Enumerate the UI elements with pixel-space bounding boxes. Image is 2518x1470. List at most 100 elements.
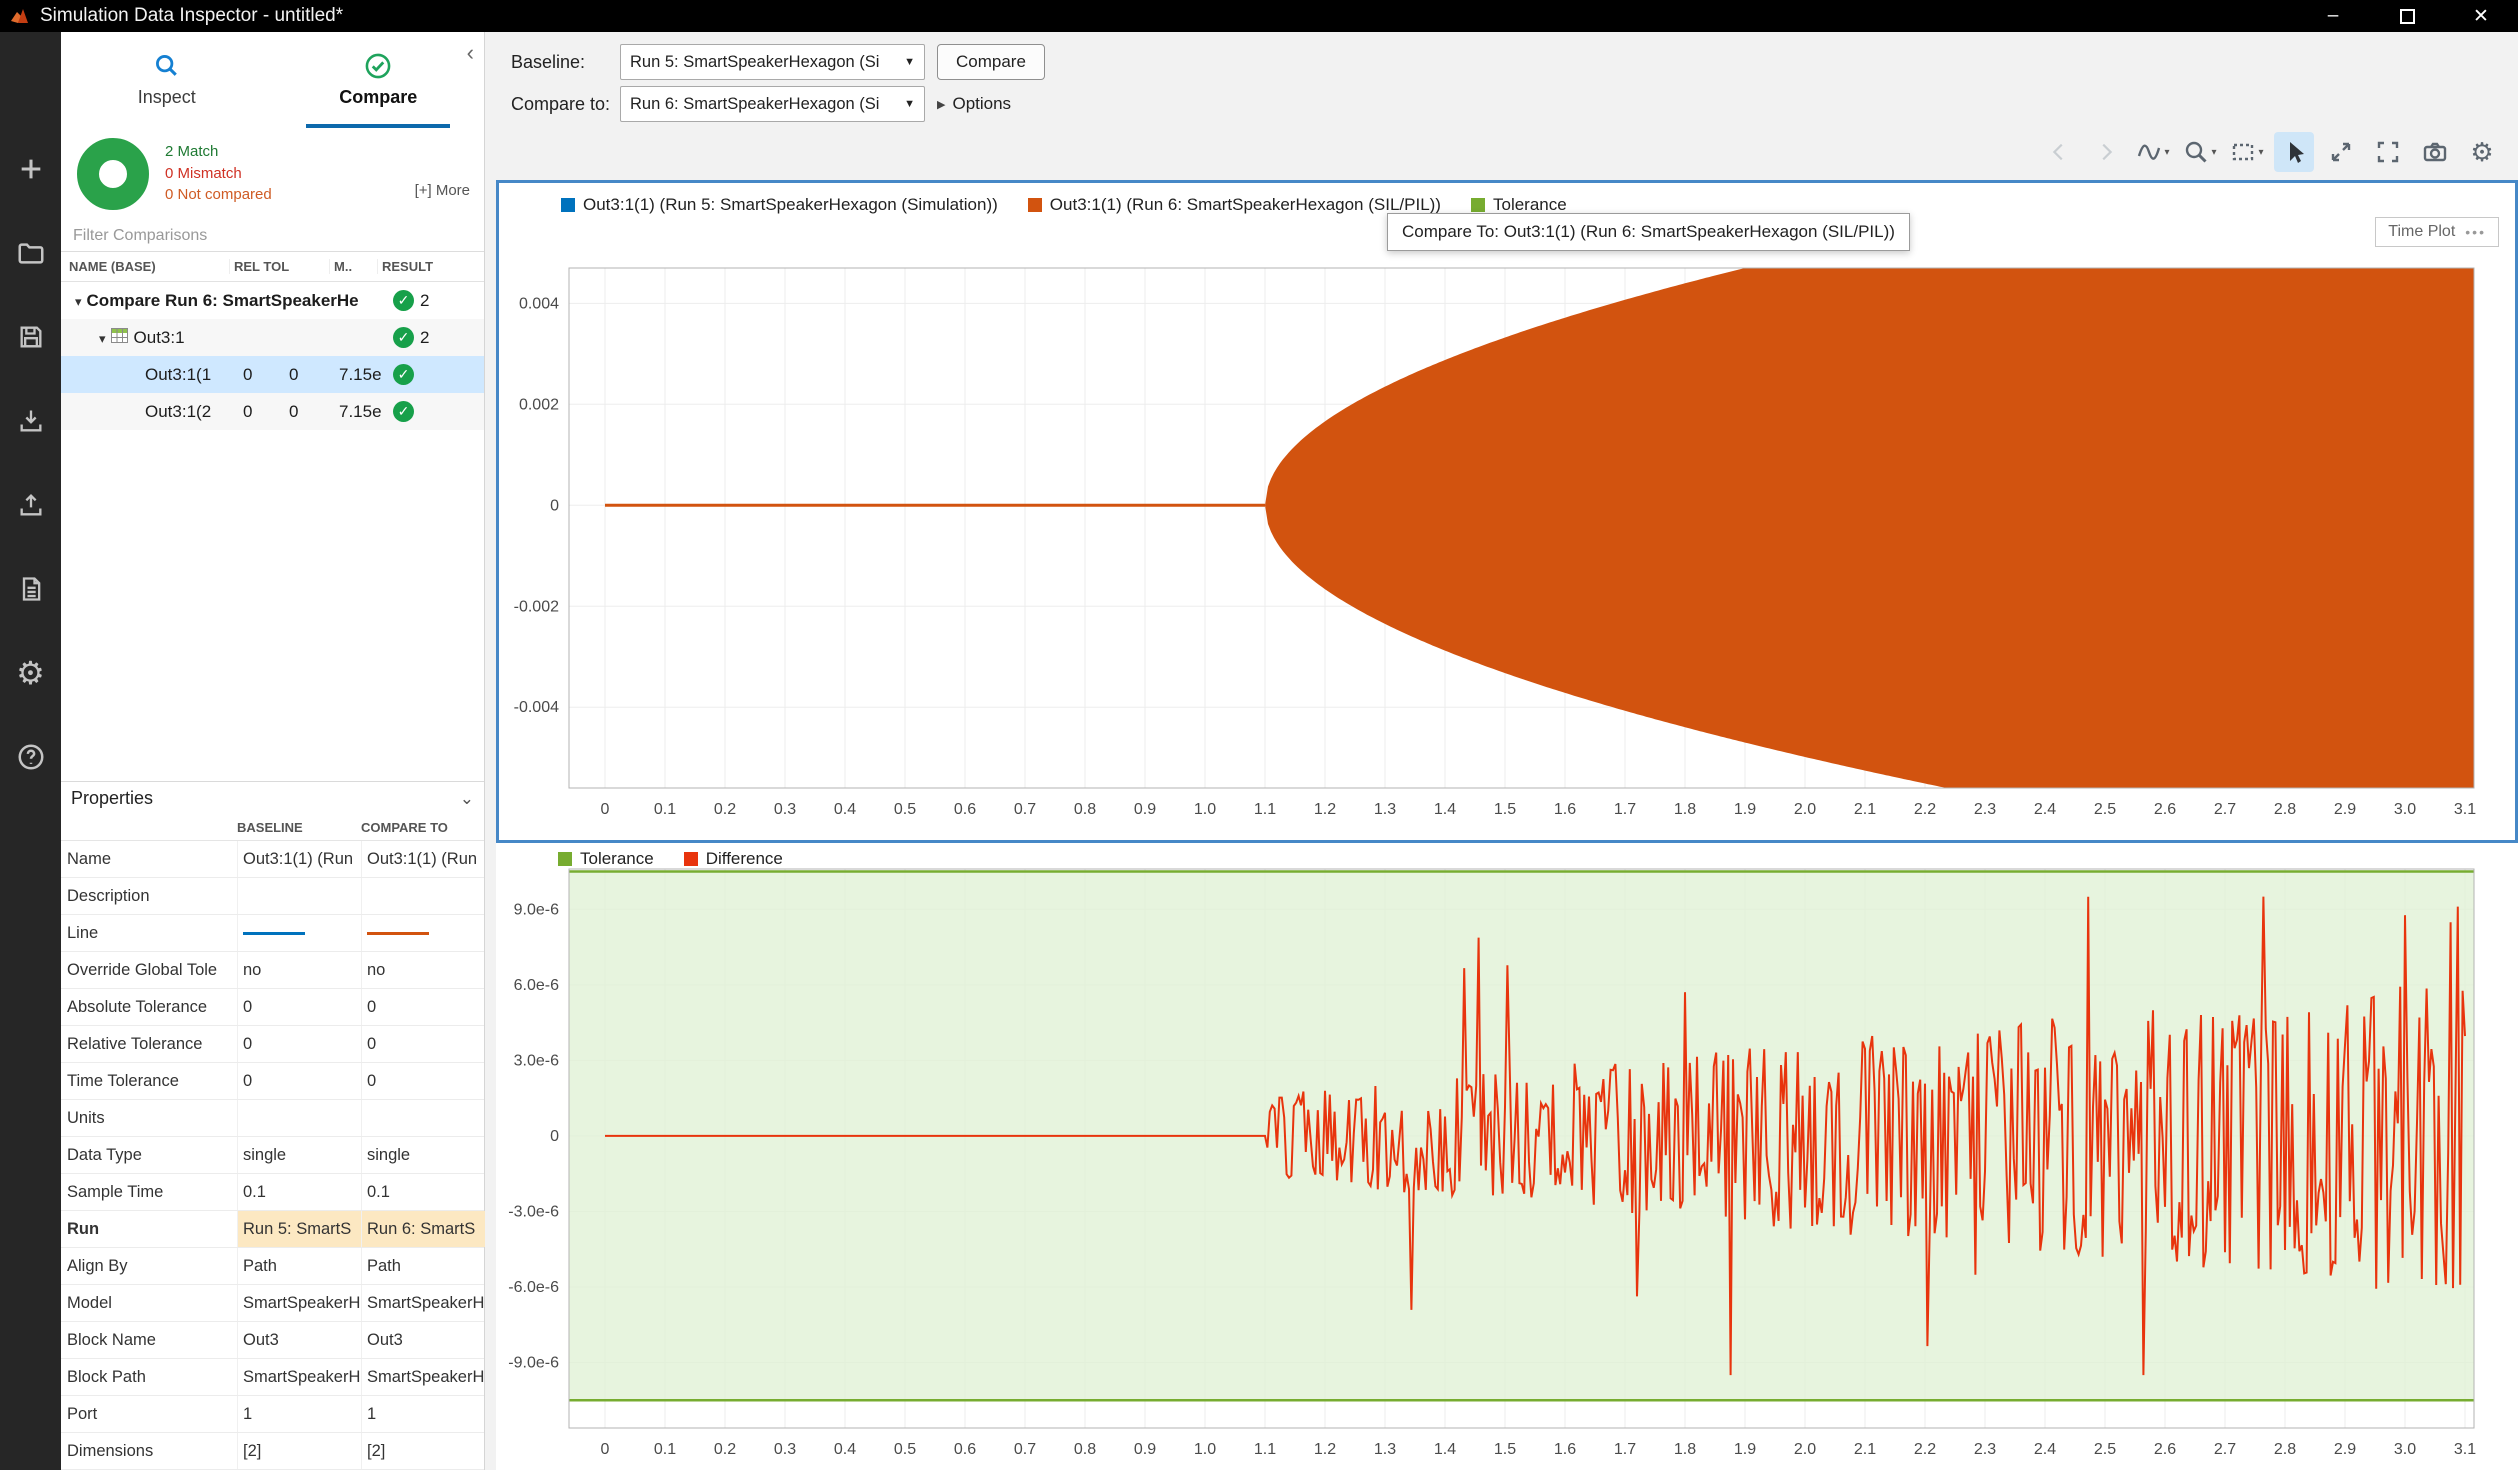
- property-row[interactable]: Relative Tolerance00: [61, 1026, 484, 1063]
- difference-plot-legend: ToleranceDifference: [558, 849, 783, 869]
- property-compare-value: 1: [361, 1396, 485, 1432]
- result-cell: ✓: [393, 401, 484, 422]
- time-plot-canvas[interactable]: 00.10.20.30.40.50.60.70.80.91.01.11.21.3…: [499, 183, 2515, 840]
- tab-compare[interactable]: Compare: [273, 32, 485, 128]
- property-row[interactable]: Units: [61, 1100, 484, 1137]
- property-row[interactable]: Block PathSmartSpeakerHSmartSpeakerH: [61, 1359, 484, 1396]
- help-button[interactable]: [11, 738, 51, 776]
- legend-swatch: [1471, 198, 1485, 212]
- time-plot-legend: Out3:1(1) (Run 5: SmartSpeakerHexagon (S…: [561, 195, 1567, 215]
- property-row[interactable]: Port11: [61, 1396, 484, 1433]
- collapse-properties-chevron-icon[interactable]: ⌄: [460, 789, 474, 809]
- report-button[interactable]: [11, 570, 51, 608]
- property-row[interactable]: Time Tolerance00: [61, 1063, 484, 1100]
- svg-text:2.7: 2.7: [2214, 801, 2236, 818]
- property-row[interactable]: ModelSmartSpeakerHSmartSpeakerH: [61, 1285, 484, 1322]
- history-forward-button[interactable]: [2086, 132, 2126, 172]
- filter-input[interactable]: [73, 227, 472, 245]
- pass-check-icon: ✓: [393, 364, 414, 385]
- gear-icon: ⚙: [2470, 139, 2493, 165]
- not-compared-count: 0 Not compared: [165, 186, 272, 205]
- difference-plot-canvas[interactable]: 00.10.20.30.40.50.60.70.80.91.01.11.21.3…: [496, 843, 2518, 1470]
- preferences-button[interactable]: ⚙: [11, 654, 51, 692]
- fullscreen-button[interactable]: [2368, 132, 2408, 172]
- options-label: Options: [952, 94, 1011, 114]
- svg-text:1.9: 1.9: [1734, 801, 1756, 818]
- maximize-button[interactable]: [2370, 0, 2444, 32]
- col-max-diff[interactable]: M..: [329, 259, 377, 274]
- difference-plot-panel[interactable]: 00.10.20.30.40.50.60.70.80.91.01.11.21.3…: [496, 843, 2518, 1470]
- tab-compare-label: Compare: [339, 87, 417, 108]
- tree-expand-caret-icon[interactable]: ▾: [75, 294, 82, 309]
- comparison-row[interactable]: Out3:1(1007.15e✓: [61, 356, 484, 393]
- save-button[interactable]: [11, 318, 51, 356]
- compare-to-label: Compare to:: [511, 94, 620, 115]
- baseline-label: Baseline:: [511, 52, 620, 73]
- svg-text:1.5: 1.5: [1494, 801, 1516, 818]
- svg-text:1.2: 1.2: [1314, 801, 1336, 818]
- property-label: Block Name: [67, 1331, 237, 1350]
- close-button[interactable]: ✕: [2444, 0, 2518, 32]
- svg-text:2.9: 2.9: [2334, 1441, 2356, 1458]
- svg-text:1.3: 1.3: [1374, 801, 1396, 818]
- property-baseline-value: [237, 1100, 361, 1136]
- svg-text:2.0: 2.0: [1794, 1441, 1816, 1458]
- property-row[interactable]: Sample Time0.10.1: [61, 1174, 484, 1211]
- svg-text:2.0: 2.0: [1794, 801, 1816, 818]
- property-label: Line: [67, 924, 237, 943]
- property-row[interactable]: Description: [61, 878, 484, 915]
- import-button[interactable]: [11, 402, 51, 440]
- comparison-row[interactable]: Out3:1(2007.15e✓: [61, 393, 484, 430]
- svg-text:2.5: 2.5: [2094, 1441, 2116, 1458]
- col-compare-to: COMPARE TO: [361, 820, 485, 835]
- window-title: Simulation Data Inspector - untitled*: [40, 5, 343, 27]
- property-row[interactable]: Line: [61, 915, 484, 952]
- zoom-button[interactable]: ▾: [2180, 132, 2220, 172]
- property-row[interactable]: Override Global Tolenono: [61, 952, 484, 989]
- property-compare-value: [361, 915, 485, 951]
- compare-button[interactable]: Compare: [937, 44, 1045, 80]
- property-row[interactable]: RunRun 5: SmartSRun 6: SmartS: [61, 1211, 484, 1248]
- property-baseline-value: 0: [237, 1063, 361, 1099]
- svg-text:0.8: 0.8: [1074, 1441, 1096, 1458]
- app-toolstrip: ⚙: [0, 32, 61, 1470]
- snapshot-button[interactable]: [2415, 132, 2455, 172]
- property-row[interactable]: Absolute Tolerance00: [61, 989, 484, 1026]
- plot-menu-dots-icon[interactable]: •••: [2465, 224, 2486, 240]
- property-baseline-value: SmartSpeakerH: [237, 1359, 361, 1395]
- comparison-row[interactable]: ▾Compare Run 6: SmartSpeakerHe✓2: [61, 282, 484, 319]
- time-plot-panel[interactable]: 00.10.20.30.40.50.60.70.80.91.01.11.21.3…: [496, 180, 2518, 843]
- col-result[interactable]: RESULT: [377, 259, 484, 274]
- baseline-select[interactable]: Run 5: SmartSpeakerHexagon (Si ▼: [620, 44, 925, 80]
- zoom-region-button[interactable]: ▾: [2227, 132, 2267, 172]
- export-button[interactable]: [11, 486, 51, 524]
- collapse-sidebar-chevron-icon[interactable]: ‹: [467, 42, 474, 64]
- svg-text:-0.004: -0.004: [514, 699, 559, 716]
- property-row[interactable]: Align ByPathPath: [61, 1248, 484, 1285]
- minimize-button[interactable]: –: [2296, 0, 2370, 32]
- history-back-button[interactable]: [2039, 132, 2079, 172]
- tab-inspect[interactable]: Inspect: [61, 32, 273, 128]
- open-button[interactable]: [11, 234, 51, 272]
- col-name-base[interactable]: NAME (BASE): [69, 259, 229, 274]
- comparison-row[interactable]: ▾Out3:1✓2: [61, 319, 484, 356]
- plot-settings-button[interactable]: ⚙: [2462, 132, 2502, 172]
- time-plot-badge[interactable]: Time Plot •••: [2375, 217, 2499, 247]
- chevron-down-icon: ▾: [2258, 147, 2263, 158]
- svg-text:2.8: 2.8: [2274, 801, 2296, 818]
- signal-style-button[interactable]: ▾: [2133, 132, 2173, 172]
- property-row[interactable]: NameOut3:1(1) (RunOut3:1(1) (Run: [61, 841, 484, 878]
- options-toggle[interactable]: ▶ Options: [937, 94, 1011, 114]
- tree-expand-caret-icon[interactable]: ▾: [99, 331, 106, 346]
- compare-to-select[interactable]: Run 6: SmartSpeakerHexagon (Si ▼: [620, 86, 925, 122]
- property-row[interactable]: Dimensions[2][2]: [61, 1433, 484, 1470]
- property-row[interactable]: Block NameOut3Out3: [61, 1322, 484, 1359]
- more-link[interactable]: [+] More: [415, 182, 470, 199]
- fit-to-view-button[interactable]: [2321, 132, 2361, 172]
- property-row[interactable]: Data Typesinglesingle: [61, 1137, 484, 1174]
- add-button[interactable]: [11, 150, 51, 188]
- pointer-tool-button[interactable]: [2274, 132, 2314, 172]
- properties-header[interactable]: Properties ⌄: [61, 781, 484, 815]
- col-rel-tol[interactable]: REL TOL: [229, 259, 329, 274]
- results-legend: 2 Match 0 Mismatch 0 Not compared: [165, 143, 272, 205]
